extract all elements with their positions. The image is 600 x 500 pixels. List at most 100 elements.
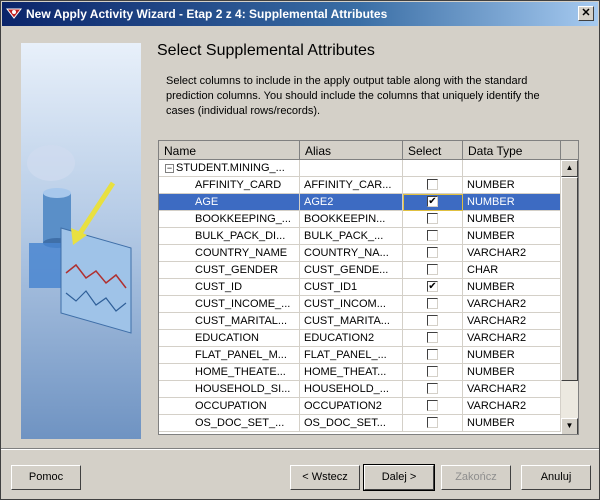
cell-alias[interactable]: HOME_THEAT... bbox=[300, 364, 403, 381]
select-checkbox[interactable] bbox=[427, 298, 438, 309]
cell-data-type: NUMBER bbox=[463, 228, 561, 245]
select-checkbox[interactable] bbox=[427, 366, 438, 377]
scroll-up-button[interactable]: ▲ bbox=[561, 160, 578, 177]
attributes-table[interactable]: Name Alias Select Data Type − STUDENT.MIN… bbox=[158, 140, 579, 435]
select-checkbox[interactable] bbox=[427, 332, 438, 343]
cell-data-type: NUMBER bbox=[463, 279, 561, 296]
cell-data-type: VARCHAR2 bbox=[463, 313, 561, 330]
cell-alias[interactable]: CUST_MARITA... bbox=[300, 313, 403, 330]
cell-name: BULK_PACK_DI... bbox=[159, 228, 300, 245]
cell-data-type: VARCHAR2 bbox=[463, 330, 561, 347]
table-row[interactable]: CUST_INCOME_... CUST_INCOM... VARCHAR2 bbox=[159, 296, 561, 313]
column-header-alias[interactable]: Alias bbox=[300, 141, 403, 160]
cell-data-type: NUMBER bbox=[463, 194, 561, 211]
select-checkbox[interactable] bbox=[427, 247, 438, 258]
cell-name: FLAT_PANEL_M... bbox=[159, 347, 300, 364]
cell-name: EDUCATION bbox=[159, 330, 300, 347]
table-row[interactable]: FLAT_PANEL_M... FLAT_PANEL_... NUMBER bbox=[159, 347, 561, 364]
group-label: STUDENT.MINING_... bbox=[176, 162, 285, 174]
select-checkbox[interactable] bbox=[427, 400, 438, 411]
select-checkbox[interactable] bbox=[427, 213, 438, 224]
select-checkbox[interactable] bbox=[427, 179, 438, 190]
cell-alias[interactable]: HOUSEHOLD_... bbox=[300, 381, 403, 398]
select-checkbox[interactable] bbox=[427, 264, 438, 275]
table-row[interactable]: AGE AGE2 NUMBER ✔ bbox=[159, 194, 561, 211]
cell-alias[interactable]: BULK_PACK_... bbox=[300, 228, 403, 245]
select-checkbox[interactable] bbox=[427, 315, 438, 326]
select-checkbox[interactable] bbox=[427, 230, 438, 241]
cell-alias[interactable]: BOOKKEEPIN... bbox=[300, 211, 403, 228]
database-mining-illustration bbox=[27, 145, 132, 334]
cell-data-type: NUMBER bbox=[463, 364, 561, 381]
wizard-window: New Apply Activity Wizard - Etap 2 z 4: … bbox=[0, 0, 600, 500]
close-icon: ✕ bbox=[581, 7, 591, 19]
cell-alias[interactable]: FLAT_PANEL_... bbox=[300, 347, 403, 364]
table-row[interactable]: BULK_PACK_DI... BULK_PACK_... NUMBER bbox=[159, 228, 561, 245]
arrow-up-icon: ▲ bbox=[565, 163, 574, 172]
cancel-button[interactable]: Anuluj bbox=[521, 465, 591, 490]
select-checkbox[interactable] bbox=[427, 383, 438, 394]
help-button[interactable]: Pomoc bbox=[11, 465, 81, 490]
cell-name: HOME_THEATE... bbox=[159, 364, 300, 381]
select-checkbox[interactable] bbox=[427, 417, 438, 428]
cell-data-type: NUMBER bbox=[463, 347, 561, 364]
cell-name: AGE bbox=[159, 194, 300, 211]
cell-alias[interactable]: OS_DOC_SET... bbox=[300, 415, 403, 432]
cell-alias[interactable]: CUST_GENDE... bbox=[300, 262, 403, 279]
collapse-icon[interactable]: − bbox=[165, 164, 174, 173]
cell-alias[interactable]: EDUCATION2 bbox=[300, 330, 403, 347]
title-bar[interactable]: New Apply Activity Wizard - Etap 2 z 4: … bbox=[2, 2, 598, 26]
table-row[interactable]: OS_DOC_SET_... OS_DOC_SET... NUMBER bbox=[159, 415, 561, 432]
cell-name: CUST_GENDER bbox=[159, 262, 300, 279]
cell-alias[interactable]: OCCUPATION2 bbox=[300, 398, 403, 415]
table-row[interactable]: HOUSEHOLD_SI... HOUSEHOLD_... VARCHAR2 bbox=[159, 381, 561, 398]
column-header-name[interactable]: Name bbox=[159, 141, 300, 160]
close-button[interactable]: ✕ bbox=[578, 6, 594, 21]
cell-data-type: VARCHAR2 bbox=[463, 381, 561, 398]
cell-name: AFFINITY_CARD bbox=[159, 177, 300, 194]
back-button[interactable]: < Wstecz bbox=[290, 465, 360, 490]
cell-alias[interactable]: COUNTRY_NA... bbox=[300, 245, 403, 262]
tree-group-row[interactable]: − STUDENT.MINING_... bbox=[159, 160, 561, 177]
column-header-data-type[interactable]: Data Type bbox=[463, 141, 561, 160]
cell-name: BOOKKEEPING_... bbox=[159, 211, 300, 228]
instructions-text: Select columns to include in the apply o… bbox=[166, 75, 540, 117]
window-title: New Apply Activity Wizard - Etap 2 z 4: … bbox=[26, 7, 388, 21]
table-row[interactable]: EDUCATION EDUCATION2 VARCHAR2 bbox=[159, 330, 561, 347]
wizard-side-illustration bbox=[21, 43, 141, 439]
cell-data-type: NUMBER bbox=[463, 177, 561, 194]
scroll-down-button[interactable]: ▼ bbox=[561, 418, 578, 434]
column-header-select[interactable]: Select bbox=[403, 141, 463, 160]
cell-data-type: NUMBER bbox=[463, 415, 561, 432]
table-row[interactable]: HOME_THEATE... HOME_THEAT... NUMBER bbox=[159, 364, 561, 381]
cell-alias[interactable]: CUST_INCOM... bbox=[300, 296, 403, 313]
table-row[interactable]: COUNTRY_NAME COUNTRY_NA... VARCHAR2 bbox=[159, 245, 561, 262]
cell-data-type: VARCHAR2 bbox=[463, 296, 561, 313]
finish-button[interactable]: Zakończ bbox=[441, 465, 511, 490]
table-row[interactable]: AFFINITY_CARD AFFINITY_CAR... NUMBER bbox=[159, 177, 561, 194]
table-row[interactable]: CUST_GENDER CUST_GENDE... CHAR bbox=[159, 262, 561, 279]
table-row[interactable]: OCCUPATION OCCUPATION2 VARCHAR2 bbox=[159, 398, 561, 415]
cell-data-type: CHAR bbox=[463, 262, 561, 279]
cell-alias[interactable]: AGE2 bbox=[300, 194, 403, 211]
header-corner bbox=[561, 141, 578, 160]
cell-alias[interactable]: AFFINITY_CAR... bbox=[300, 177, 403, 194]
cell-name: COUNTRY_NAME bbox=[159, 245, 300, 262]
select-checkbox[interactable]: ✔ bbox=[427, 196, 438, 207]
cell-alias[interactable]: CUST_ID1 bbox=[300, 279, 403, 296]
select-checkbox[interactable]: ✔ bbox=[427, 281, 438, 292]
next-button[interactable]: Dalej > bbox=[363, 464, 435, 491]
vertical-scrollbar[interactable]: ▲ ▼ bbox=[561, 160, 578, 434]
scroll-thumb[interactable] bbox=[561, 177, 578, 381]
cell-name: OCCUPATION bbox=[159, 398, 300, 415]
cell-data-type: NUMBER bbox=[463, 211, 561, 228]
cell-name: OS_DOC_SET_... bbox=[159, 415, 300, 432]
table-row[interactable]: CUST_ID CUST_ID1 NUMBER ✔ bbox=[159, 279, 561, 296]
table-row[interactable]: CUST_MARITAL... CUST_MARITA... VARCHAR2 bbox=[159, 313, 561, 330]
table-row[interactable]: BOOKKEEPING_... BOOKKEEPIN... NUMBER bbox=[159, 211, 561, 228]
select-checkbox[interactable] bbox=[427, 349, 438, 360]
arrow-down-icon: ▼ bbox=[565, 421, 574, 430]
wizard-app-icon bbox=[6, 8, 22, 19]
cell-data-type: VARCHAR2 bbox=[463, 398, 561, 415]
cell-name: HOUSEHOLD_SI... bbox=[159, 381, 300, 398]
